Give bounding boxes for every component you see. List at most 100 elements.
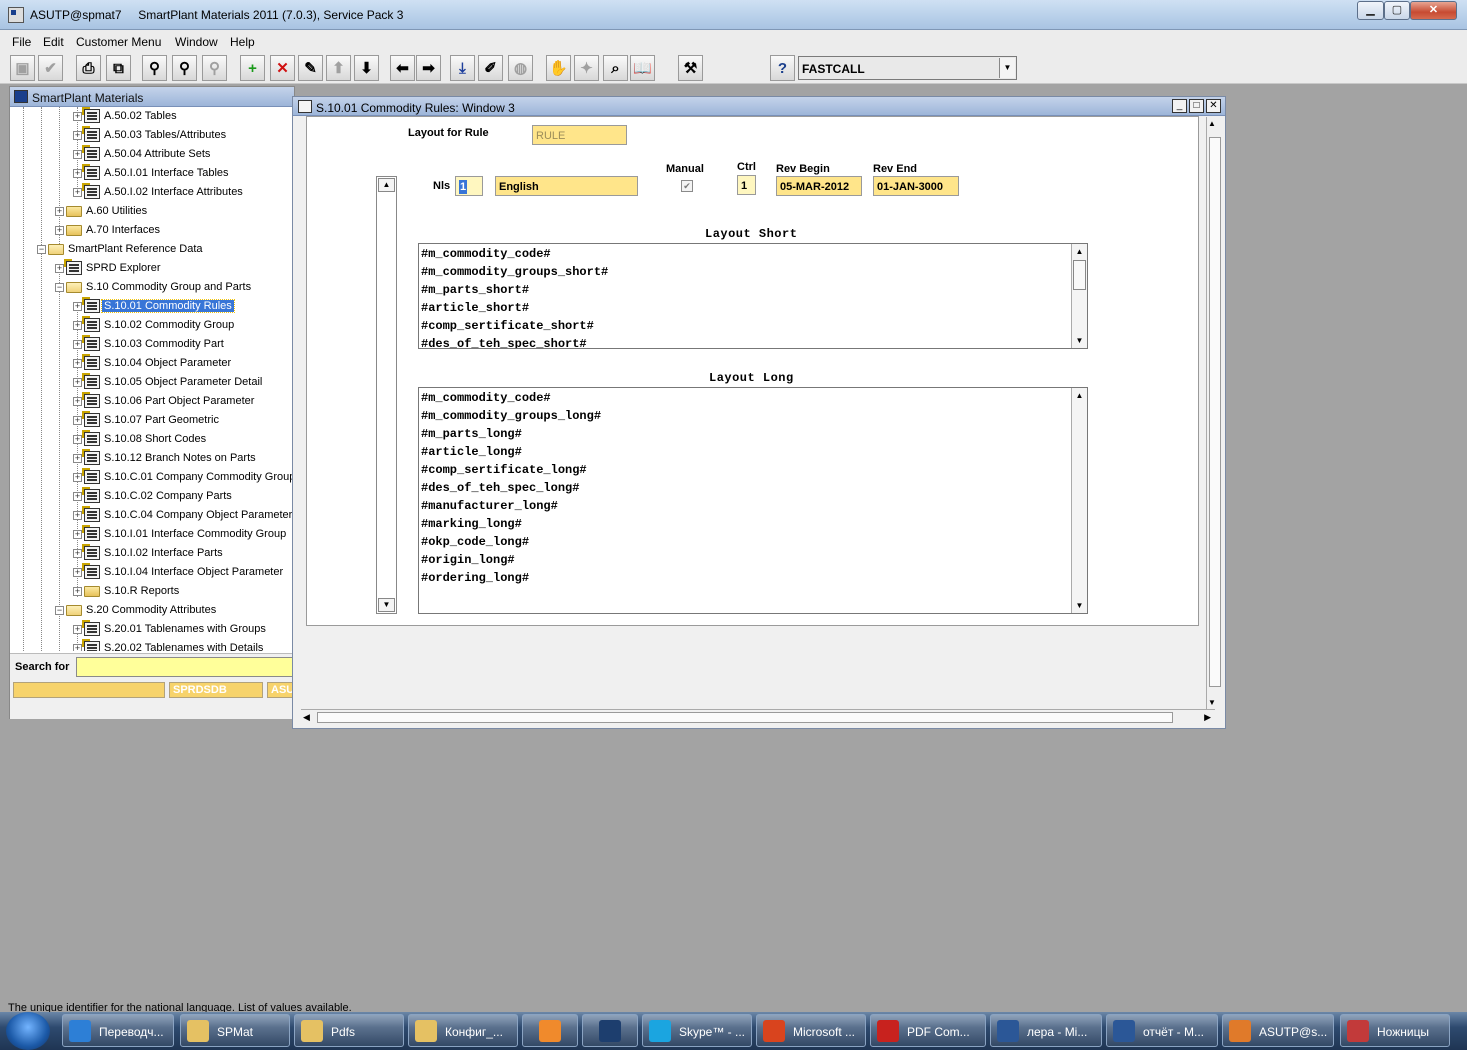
scroll-up-icon[interactable]: ▲	[1072, 389, 1087, 402]
sparkle-icon[interactable]: ✦	[574, 55, 599, 81]
expand-icon[interactable]: +	[73, 169, 82, 178]
print-icon[interactable]: ⎙	[76, 55, 101, 81]
navigator-tree[interactable]: + A.50.02 Tables + A.50.03 Tables/Attribute…	[10, 107, 294, 651]
tools-icon[interactable]: ⚒	[678, 55, 703, 81]
form-close-button[interactable]: ✕	[1206, 99, 1221, 113]
layout-short-scrollbar[interactable]: ▲ ▼	[1071, 244, 1087, 348]
collapse-icon[interactable]: −	[37, 245, 46, 254]
layout-for-rule-field[interactable]: RULE	[532, 125, 627, 145]
form-maximize-button[interactable]: □	[1189, 99, 1204, 113]
expand-icon[interactable]: +	[73, 131, 82, 140]
expand-icon[interactable]: +	[73, 302, 82, 311]
delete-record-icon[interactable]: ✕	[270, 55, 295, 81]
chevron-down-icon[interactable]: ▼	[999, 58, 1015, 78]
expand-icon[interactable]: +	[73, 416, 82, 425]
export-icon[interactable]: ⧉	[106, 55, 131, 81]
taskbar-button[interactable]: Pdfs	[294, 1014, 404, 1047]
taskbar-button[interactable]: Ножницы	[1340, 1014, 1450, 1047]
taskbar-button[interactable]: PDF Com...	[870, 1014, 986, 1047]
minimize-button[interactable]: ▁	[1357, 1, 1384, 20]
query-execute-icon[interactable]: ⚲	[172, 55, 197, 81]
taskbar-button[interactable]: Переводч...	[62, 1014, 174, 1047]
maximize-button[interactable]: ▢	[1384, 1, 1410, 20]
taskbar-button[interactable]: отчёт - M...	[1106, 1014, 1218, 1047]
expand-icon[interactable]: +	[55, 264, 64, 273]
manual-checkbox[interactable]: ✔	[681, 180, 693, 192]
expand-icon[interactable]: +	[73, 188, 82, 197]
expand-icon[interactable]: +	[73, 568, 82, 577]
record-scrollbar[interactable]: ▲ ▼	[376, 176, 397, 614]
taskbar-button[interactable]	[522, 1014, 578, 1047]
expand-icon[interactable]: +	[73, 397, 82, 406]
expand-icon[interactable]: +	[73, 492, 82, 501]
expand-icon[interactable]: +	[73, 511, 82, 520]
ctrl-field[interactable]: 1	[737, 175, 756, 195]
save-icon[interactable]: ▣	[10, 55, 35, 81]
zoom-icon[interactable]: ⌕	[603, 55, 628, 81]
language-field[interactable]: English	[495, 176, 638, 196]
rev-end-field[interactable]: 01-JAN-3000	[873, 176, 959, 196]
scroll-down-icon[interactable]: ▼	[1072, 334, 1087, 347]
form-vertical-scrollbar[interactable]: ▲ ▼	[1206, 117, 1223, 709]
menu-customer-menu[interactable]: Customer Menu	[76, 35, 161, 49]
close-button[interactable]: ✕	[1410, 1, 1457, 20]
expand-icon[interactable]: +	[55, 226, 64, 235]
start-button[interactable]	[6, 1012, 50, 1050]
next-record-icon[interactable]: ➡	[416, 55, 441, 81]
collapse-icon[interactable]: −	[55, 606, 64, 615]
layout-long-textarea[interactable]: ▲ ▼ #m_commodity_code# #m_commodity_group…	[418, 387, 1088, 614]
scroll-thumb[interactable]	[317, 712, 1173, 723]
expand-icon[interactable]: +	[73, 112, 82, 121]
taskbar-button[interactable]: Skype™ - ...	[642, 1014, 752, 1047]
expand-icon[interactable]: +	[73, 644, 82, 651]
scroll-down-icon[interactable]: ▼	[1072, 599, 1087, 612]
scroll-down-icon[interactable]: ▼	[378, 598, 395, 612]
expand-icon[interactable]: +	[73, 359, 82, 368]
menu-edit[interactable]: Edit	[43, 35, 64, 49]
menu-file[interactable]: File	[12, 35, 31, 49]
search-input[interactable]	[76, 657, 294, 677]
download-icon[interactable]: ⤓	[450, 55, 475, 81]
taskbar-button[interactable]: лера - Mi...	[990, 1014, 1102, 1047]
book-icon[interactable]: 📖	[630, 55, 655, 81]
expand-icon[interactable]: +	[73, 340, 82, 349]
expand-icon[interactable]: +	[73, 587, 82, 596]
expand-icon[interactable]: +	[55, 207, 64, 216]
layout-long-scrollbar[interactable]: ▲ ▼	[1071, 388, 1087, 613]
scroll-thumb[interactable]	[1073, 260, 1086, 290]
expand-icon[interactable]: +	[73, 435, 82, 444]
help-icon[interactable]: ?	[770, 55, 795, 81]
clear-record-icon[interactable]: ✎	[298, 55, 323, 81]
expand-icon[interactable]: +	[73, 321, 82, 330]
expand-icon[interactable]: +	[73, 150, 82, 159]
globe-icon[interactable]: ◍	[508, 55, 533, 81]
form-horizontal-scrollbar[interactable]: ◀ ▶	[301, 709, 1215, 726]
scroll-thumb[interactable]	[1209, 137, 1221, 687]
fastcall-select[interactable]: FASTCALL ▼	[798, 56, 1017, 80]
scroll-down-icon[interactable]: ▼	[1208, 698, 1216, 707]
previous-record-icon[interactable]: ⬅	[390, 55, 415, 81]
menu-help[interactable]: Help	[230, 35, 255, 49]
hand-icon[interactable]: ✋	[546, 55, 571, 81]
accept-icon[interactable]: ✔	[38, 55, 63, 81]
form-minimize-button[interactable]: _	[1172, 99, 1187, 113]
collapse-icon[interactable]: −	[55, 283, 64, 292]
layout-short-textarea[interactable]: ▲ ▼ #m_commodity_code# #m_commodity_group…	[418, 243, 1088, 349]
next-block-icon[interactable]: ⬇	[354, 55, 379, 81]
scroll-left-icon[interactable]: ◀	[303, 712, 310, 723]
query-enter-icon[interactable]: ⚲	[142, 55, 167, 81]
query-cancel-icon[interactable]: ⚲	[202, 55, 227, 81]
expand-icon[interactable]: +	[73, 549, 82, 558]
nls-field[interactable]: 1	[455, 176, 483, 196]
insert-record-icon[interactable]: +	[240, 55, 265, 81]
expand-icon[interactable]: +	[73, 378, 82, 387]
previous-block-icon[interactable]: ⬆	[326, 55, 351, 81]
rev-begin-field[interactable]: 05-MAR-2012	[776, 176, 862, 196]
expand-icon[interactable]: +	[73, 625, 82, 634]
expand-icon[interactable]: +	[73, 454, 82, 463]
scroll-right-icon[interactable]: ▶	[1204, 712, 1211, 723]
expand-icon[interactable]: +	[73, 473, 82, 482]
taskbar-button[interactable]	[582, 1014, 638, 1047]
taskbar-button[interactable]: Microsoft ...	[756, 1014, 866, 1047]
edit-icon[interactable]: ✐	[478, 55, 503, 81]
